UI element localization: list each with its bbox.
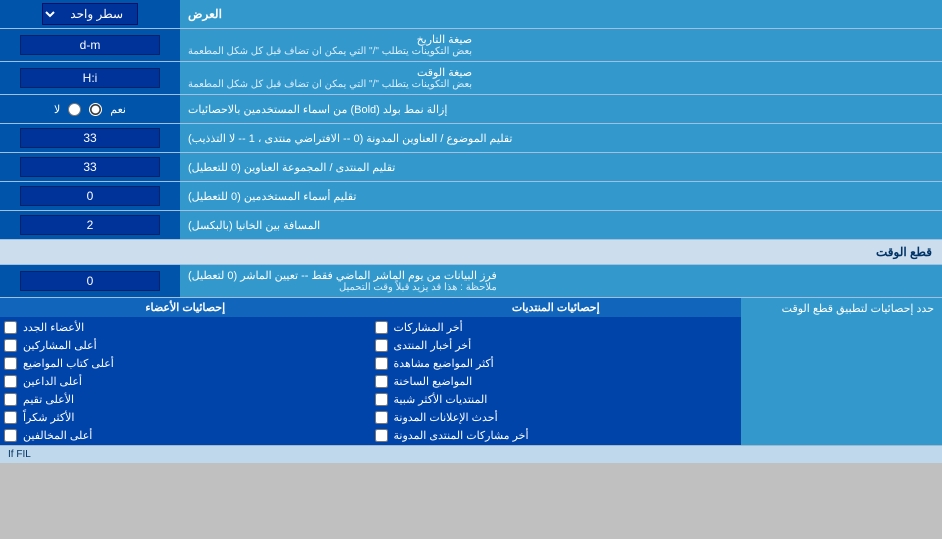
stat-item: المنتديات الأكثر شبية <box>371 391 742 408</box>
stat-checkbox-3[interactable] <box>375 357 388 370</box>
stat-item: أخر أخبار المنتدى <box>371 337 742 354</box>
forum-topic-order-input[interactable] <box>20 128 160 148</box>
date-format-input[interactable] <box>20 35 160 55</box>
stat-item: أكثر المواضيع مشاهدة <box>371 355 742 372</box>
stat-item-m: أعلى المخالفين <box>0 427 371 444</box>
stats-apply-label: حدد إحصائيات لتطبيق قطع الوقت <box>742 298 942 445</box>
stat-checkbox-m5[interactable] <box>4 393 17 406</box>
stat-item-m: الأعضاء الجدد <box>0 319 371 336</box>
bold-remove-yes-radio[interactable] <box>89 103 102 116</box>
stats-col1-title: إحصائيات المنتديات <box>371 298 742 317</box>
stat-checkbox-2[interactable] <box>375 339 388 352</box>
time-format-input[interactable] <box>20 68 160 88</box>
cutoff-days-input-wrapper <box>0 265 180 297</box>
user-names-trim-input[interactable] <box>20 186 160 206</box>
bold-remove-label: إزالة نمط بولد (Bold) من اسماء المستخدمي… <box>180 95 942 123</box>
cutoff-days-label: فرز البيانات من يوم الماشر الماضي فقط --… <box>180 265 942 297</box>
forum-group-order-label: تقليم المنتدى / المجموعة العناوين (0 للت… <box>180 153 942 181</box>
stat-item: المواضيع الساخنة <box>371 373 742 390</box>
space-between-input[interactable] <box>20 215 160 235</box>
forum-topic-order-label: تقليم الموضوع / العناوين المدونة (0 -- ا… <box>180 124 942 152</box>
time-format-input-wrapper <box>0 62 180 94</box>
time-format-label: صيغة الوقت بعض التكوينات يتطلب "/" التي … <box>180 62 942 94</box>
bottom-info-bar: If FIL <box>0 445 942 463</box>
stat-checkbox-m6[interactable] <box>4 411 17 424</box>
section-title: العرض <box>180 0 942 28</box>
date-format-input-wrapper <box>0 29 180 61</box>
display-mode-dropdown[interactable]: سطر واحد سطرين ثلاثة أسطر <box>42 3 138 25</box>
bold-remove-yes-label: نعم <box>110 103 126 116</box>
stat-item-m: أعلى الداعين <box>0 373 371 390</box>
forum-group-order-input[interactable] <box>20 157 160 177</box>
space-between-label: المسافة بين الخانيا (بالبكسل) <box>180 211 942 239</box>
forum-group-order-input-wrapper <box>0 153 180 181</box>
bold-remove-no-radio[interactable] <box>68 103 81 116</box>
stat-checkbox-5[interactable] <box>375 393 388 406</box>
stat-item-m: أعلى كتاب المواضيع <box>0 355 371 372</box>
bold-remove-input-wrapper: نعم لا <box>0 95 180 123</box>
stat-checkbox-m1[interactable] <box>4 321 17 334</box>
stat-checkbox-7[interactable] <box>375 429 388 442</box>
stat-checkbox-m4[interactable] <box>4 375 17 388</box>
stat-checkbox-m7[interactable] <box>4 429 17 442</box>
stat-checkbox-m3[interactable] <box>4 357 17 370</box>
user-names-trim-label: تقليم أسماء المستخدمين (0 للتعطيل) <box>180 182 942 210</box>
stat-item-m: الأعلى تقيم <box>0 391 371 408</box>
user-names-trim-input-wrapper <box>0 182 180 210</box>
space-between-input-wrapper <box>0 211 180 239</box>
stat-checkbox-1[interactable] <box>375 321 388 334</box>
stat-item: أخر المشاركات <box>371 319 742 336</box>
stat-item-m: الأكثر شكراً <box>0 409 371 426</box>
date-format-label: صيغة التاريخ بعض التكوينات يتطلب "/" الت… <box>180 29 942 61</box>
stat-item: أخر مشاركات المنتدى المدونة <box>371 427 742 444</box>
bold-remove-no-label: لا <box>54 103 60 116</box>
stat-item: أحدث الإعلانات المدونة <box>371 409 742 426</box>
forum-topic-order-input-wrapper <box>0 124 180 152</box>
stat-checkbox-6[interactable] <box>375 411 388 424</box>
stat-checkbox-4[interactable] <box>375 375 388 388</box>
stat-checkbox-m2[interactable] <box>4 339 17 352</box>
cutoff-section-header: قطع الوقت <box>0 240 942 265</box>
stat-item-m: أعلى المشاركين <box>0 337 371 354</box>
stats-col2-title: إحصائيات الأعضاء <box>0 298 371 317</box>
cutoff-days-input[interactable] <box>20 271 160 291</box>
